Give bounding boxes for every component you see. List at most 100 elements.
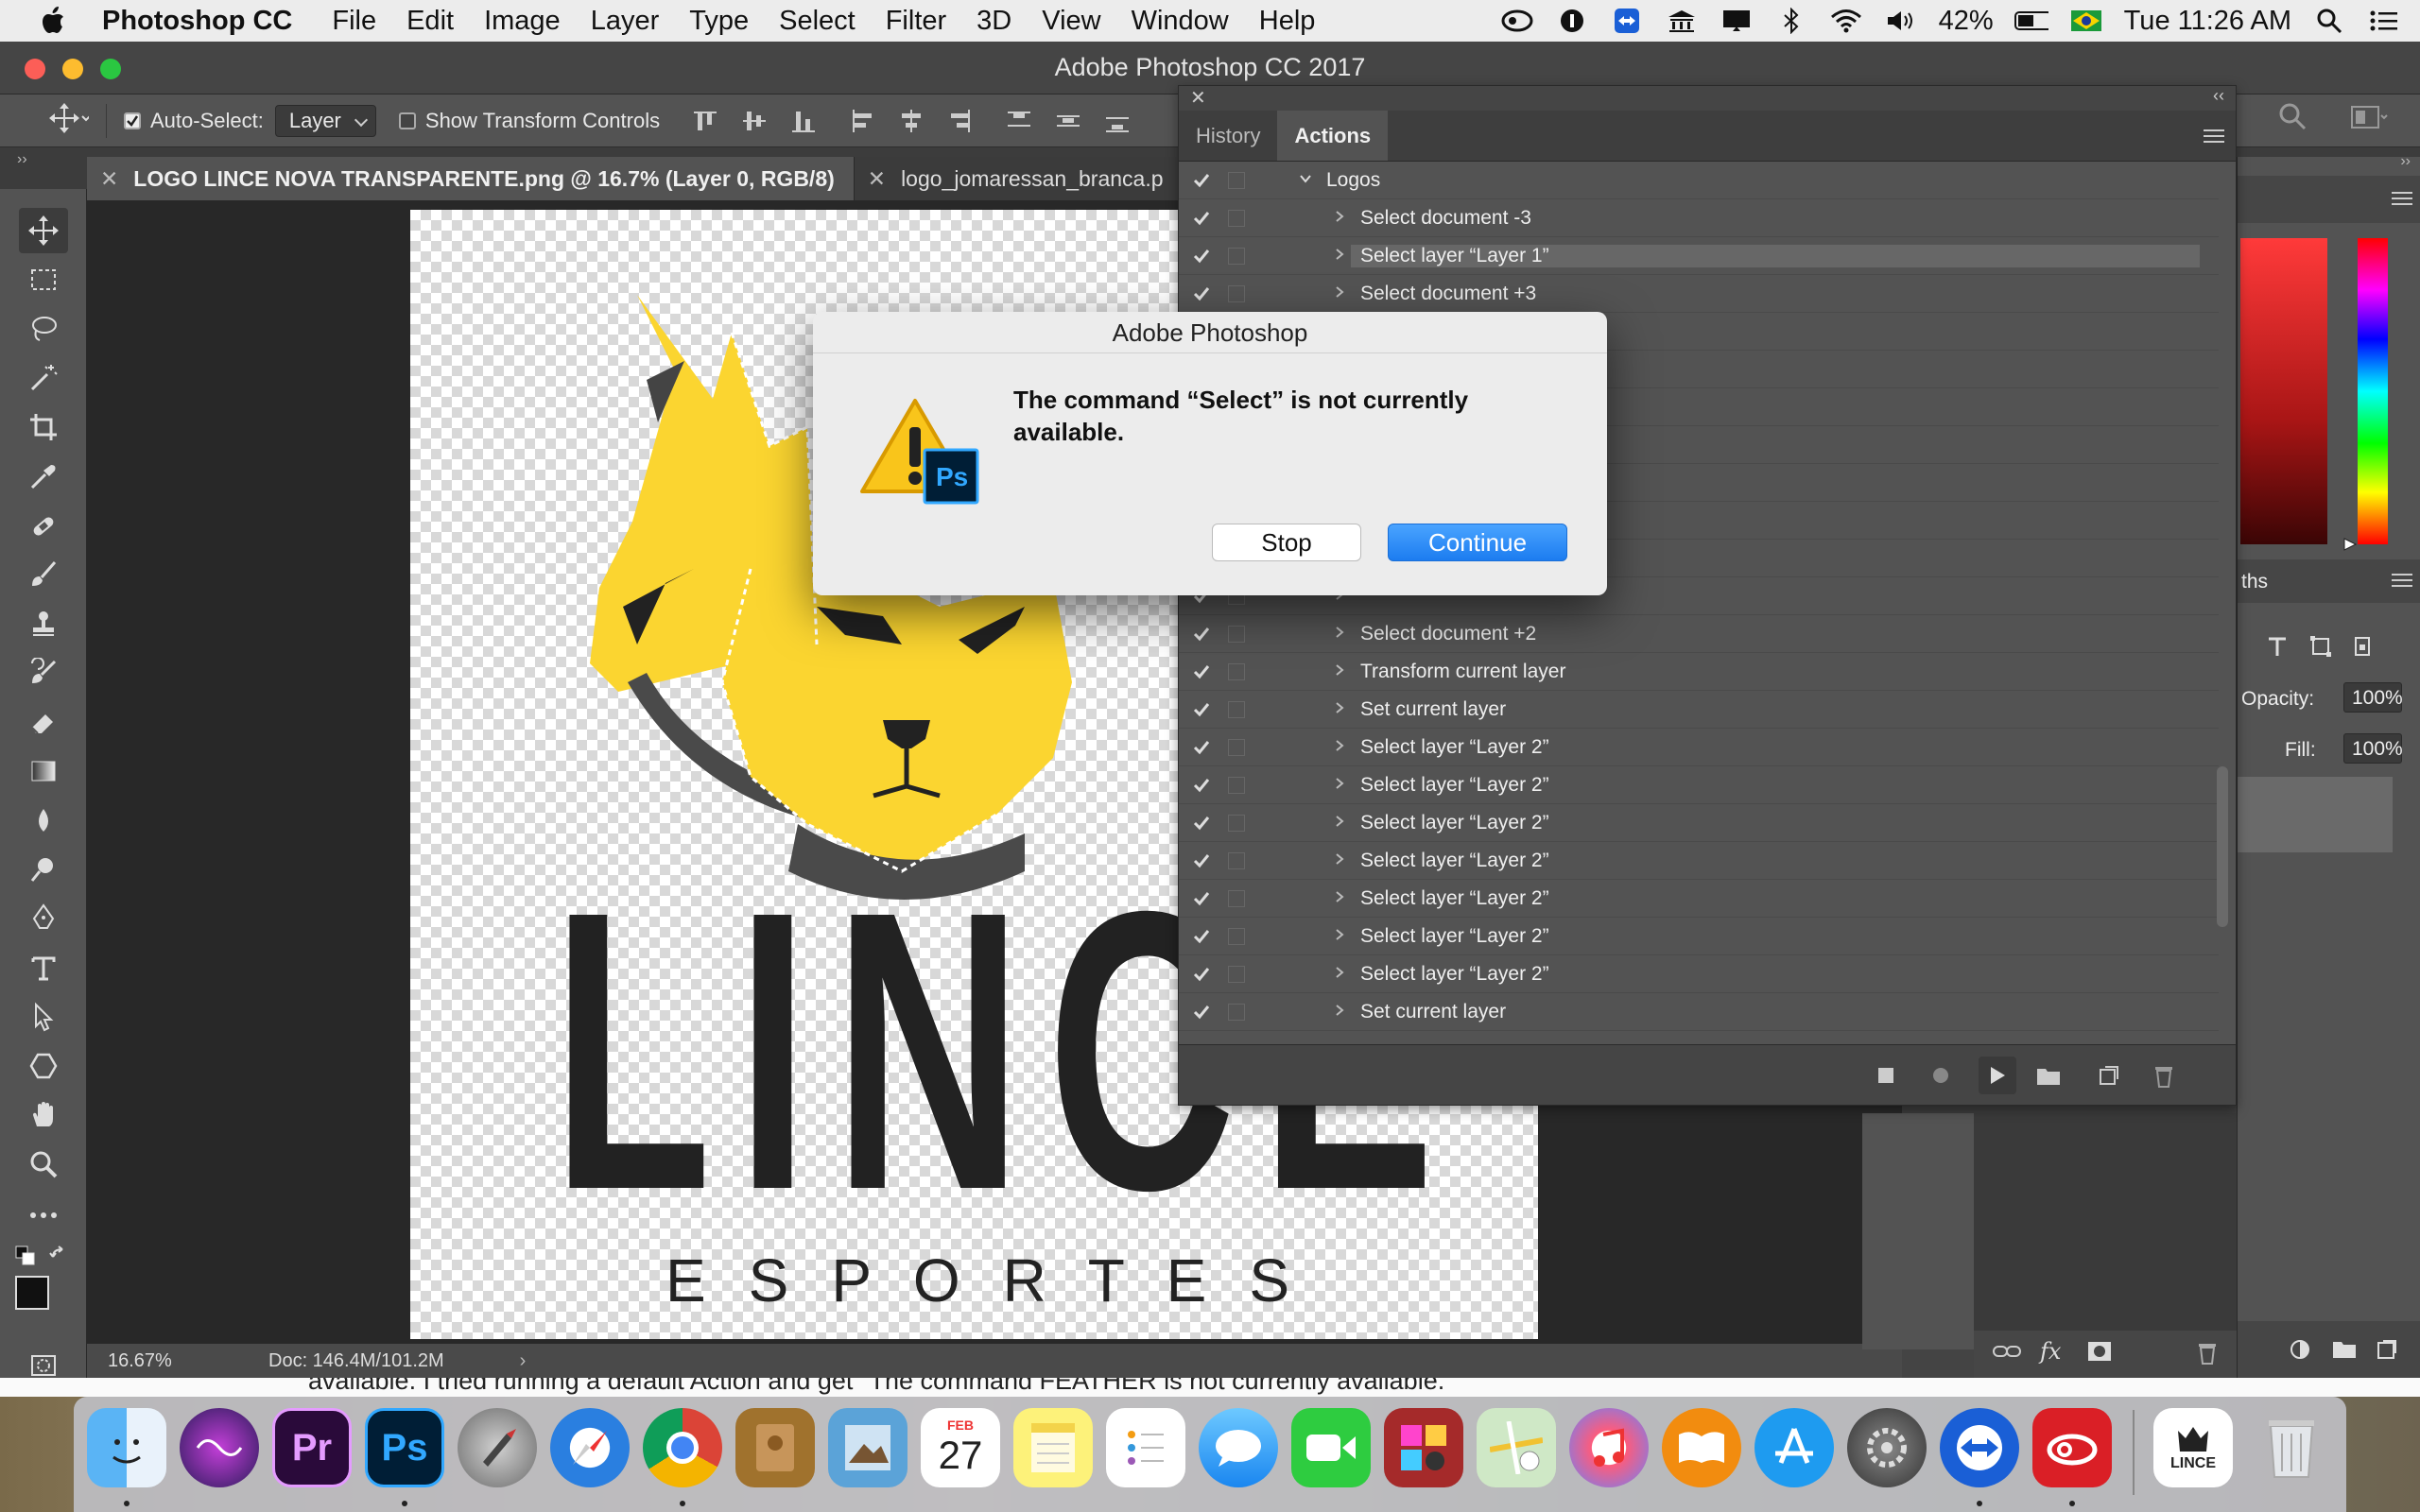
premiere-pro-icon[interactable]: Pr [272, 1408, 352, 1487]
pen-tool-icon[interactable] [19, 896, 68, 941]
magic-wand-tool-icon[interactable] [19, 355, 68, 401]
history-brush-tool-icon[interactable] [19, 650, 68, 696]
more-tools-icon[interactable] [19, 1193, 68, 1238]
dialog-toggle-box[interactable] [1228, 701, 1245, 718]
filter-type-icon[interactable] [2266, 635, 2289, 662]
layers-panel-menu-icon[interactable] [2392, 573, 2412, 593]
launchpad-icon[interactable] [458, 1408, 537, 1487]
calendar-icon[interactable]: FEB 27 [921, 1408, 1000, 1487]
dialog-toggle-box[interactable] [1228, 285, 1245, 302]
menu-layer[interactable]: Layer [591, 6, 660, 37]
lince-logo-dock-icon[interactable]: LINCE [2153, 1408, 2233, 1487]
search-icon[interactable] [2278, 102, 2307, 135]
expand-right-chevron-icon[interactable] [1334, 816, 1345, 827]
toggle-check-icon[interactable] [1192, 209, 1211, 228]
auto-select-target-dropdown[interactable]: Layer [274, 104, 376, 137]
toggle-check-icon[interactable] [1192, 284, 1211, 303]
bank-icon[interactable] [1665, 7, 1699, 35]
link-layers-icon[interactable] [1993, 1342, 2021, 1366]
menu-edit[interactable]: Edit [406, 6, 454, 37]
dialog-toggle-box[interactable] [1228, 626, 1245, 643]
menu-image[interactable]: Image [484, 6, 561, 37]
stop-recording-icon[interactable] [1873, 1062, 1899, 1089]
dodge-tool-icon[interactable] [19, 847, 68, 892]
info-badge-icon[interactable] [1555, 7, 1589, 35]
align-top-icon[interactable] [690, 106, 720, 136]
crop-tool-icon[interactable] [19, 404, 68, 450]
facetime-icon[interactable] [1291, 1408, 1371, 1487]
dialog-toggle-box[interactable] [1228, 739, 1245, 756]
filter-smart-object-icon[interactable] [2351, 635, 2374, 662]
dialog-toggle-box[interactable] [1228, 966, 1245, 983]
photoshop-icon[interactable]: Ps [365, 1408, 444, 1487]
play-action-icon[interactable] [1979, 1057, 2016, 1094]
move-tool-icon[interactable] [19, 208, 68, 253]
hand-tool-icon[interactable] [19, 1092, 68, 1138]
panel-menu-icon[interactable] [2392, 191, 2412, 211]
zoom-level[interactable]: 16.67% [108, 1350, 231, 1372]
volume-icon[interactable] [1884, 7, 1918, 35]
toggle-check-icon[interactable] [1192, 662, 1211, 681]
display-icon[interactable] [1720, 7, 1754, 35]
dialog-toggle-box[interactable] [1228, 815, 1245, 832]
menu-type[interactable]: Type [689, 6, 749, 37]
menu-filter[interactable]: Filter [886, 6, 946, 37]
shape-tool-icon[interactable] [19, 1043, 68, 1089]
dialog-toggle-box[interactable] [1228, 1004, 1245, 1021]
adjustment-layer-icon[interactable] [2289, 1338, 2311, 1366]
action-step-row[interactable]: Select layer “Layer 2” [1179, 804, 2219, 842]
actions-panel-menu-icon[interactable] [2204, 111, 2236, 161]
action-step-row[interactable]: Select layer “Layer 2” [1179, 955, 2219, 993]
toggle-check-icon[interactable] [1192, 171, 1211, 190]
toggle-check-icon[interactable] [1192, 814, 1211, 833]
tab-document-lince[interactable]: ✕ LOGO LINCE NOVA TRANSPARENTE.png @ 16.… [87, 157, 855, 200]
expand-right-chevron-icon[interactable] [1334, 778, 1345, 789]
expand-panels-icon[interactable]: ›› [2400, 153, 2411, 170]
clone-stamp-tool-icon[interactable] [19, 601, 68, 646]
notification-center-icon[interactable] [2367, 7, 2401, 35]
apple-menu-icon[interactable] [26, 0, 78, 42]
marquee-tool-icon[interactable] [19, 257, 68, 302]
expand-right-chevron-icon[interactable] [1334, 702, 1345, 713]
toggle-check-icon[interactable] [1192, 247, 1211, 266]
expand-right-chevron-icon[interactable] [1334, 627, 1345, 638]
layer-row-selected[interactable] [2238, 777, 2393, 852]
default-colors-icon[interactable] [15, 1246, 36, 1271]
menu-select[interactable]: Select [779, 6, 856, 37]
tab-document-jomaressan[interactable]: ✕ logo_jomaressan_branca.p [855, 157, 1184, 200]
expand-down-chevron-icon[interactable] [1300, 173, 1311, 184]
expand-right-chevron-icon[interactable] [1334, 967, 1345, 978]
dialog-toggle-box[interactable] [1228, 663, 1245, 680]
action-step-row[interactable]: Select document +3 [1179, 275, 2219, 313]
chrome-icon[interactable] [643, 1408, 722, 1487]
menu-file[interactable]: File [332, 6, 376, 37]
distribute-center-icon[interactable] [1053, 106, 1083, 136]
toggle-check-icon[interactable] [1192, 700, 1211, 719]
gradient-tool-icon[interactable] [19, 748, 68, 794]
notes-icon[interactable] [1013, 1408, 1093, 1487]
dialog-toggle-box[interactable] [1228, 928, 1245, 945]
expand-right-chevron-icon[interactable] [1334, 891, 1345, 902]
actions-scrollbar[interactable] [2217, 766, 2228, 927]
action-step-row[interactable]: Select layer “Layer 1” [1179, 237, 2219, 275]
action-step-row[interactable]: Set current layer [1179, 691, 2219, 729]
distribute-top-icon[interactable] [1004, 106, 1034, 136]
align-left-icon[interactable] [847, 106, 877, 136]
siri-icon[interactable] [180, 1408, 259, 1487]
preview-icon[interactable] [828, 1408, 908, 1487]
dialog-toggle-box[interactable] [1228, 210, 1245, 227]
expand-right-chevron-icon[interactable] [1334, 249, 1345, 260]
toggle-check-icon[interactable] [1192, 738, 1211, 757]
flag-icon[interactable] [2069, 7, 2103, 35]
align-horizontal-center-icon[interactable] [896, 106, 926, 136]
new-group-icon[interactable] [2332, 1338, 2357, 1364]
menubar-clock[interactable]: Tue 11:26 AM [2124, 6, 2291, 37]
continue-button[interactable]: Continue [1388, 524, 1567, 561]
quick-mask-icon[interactable] [19, 1351, 68, 1380]
action-step-row[interactable]: Set current layer [1179, 993, 2219, 1031]
dialog-toggle-box[interactable] [1228, 777, 1245, 794]
align-bottom-icon[interactable] [788, 106, 819, 136]
new-layer-icon[interactable] [2376, 1338, 2398, 1366]
bluetooth-icon[interactable] [1774, 7, 1808, 35]
action-step-row[interactable]: Select document +2 [1179, 615, 2219, 653]
